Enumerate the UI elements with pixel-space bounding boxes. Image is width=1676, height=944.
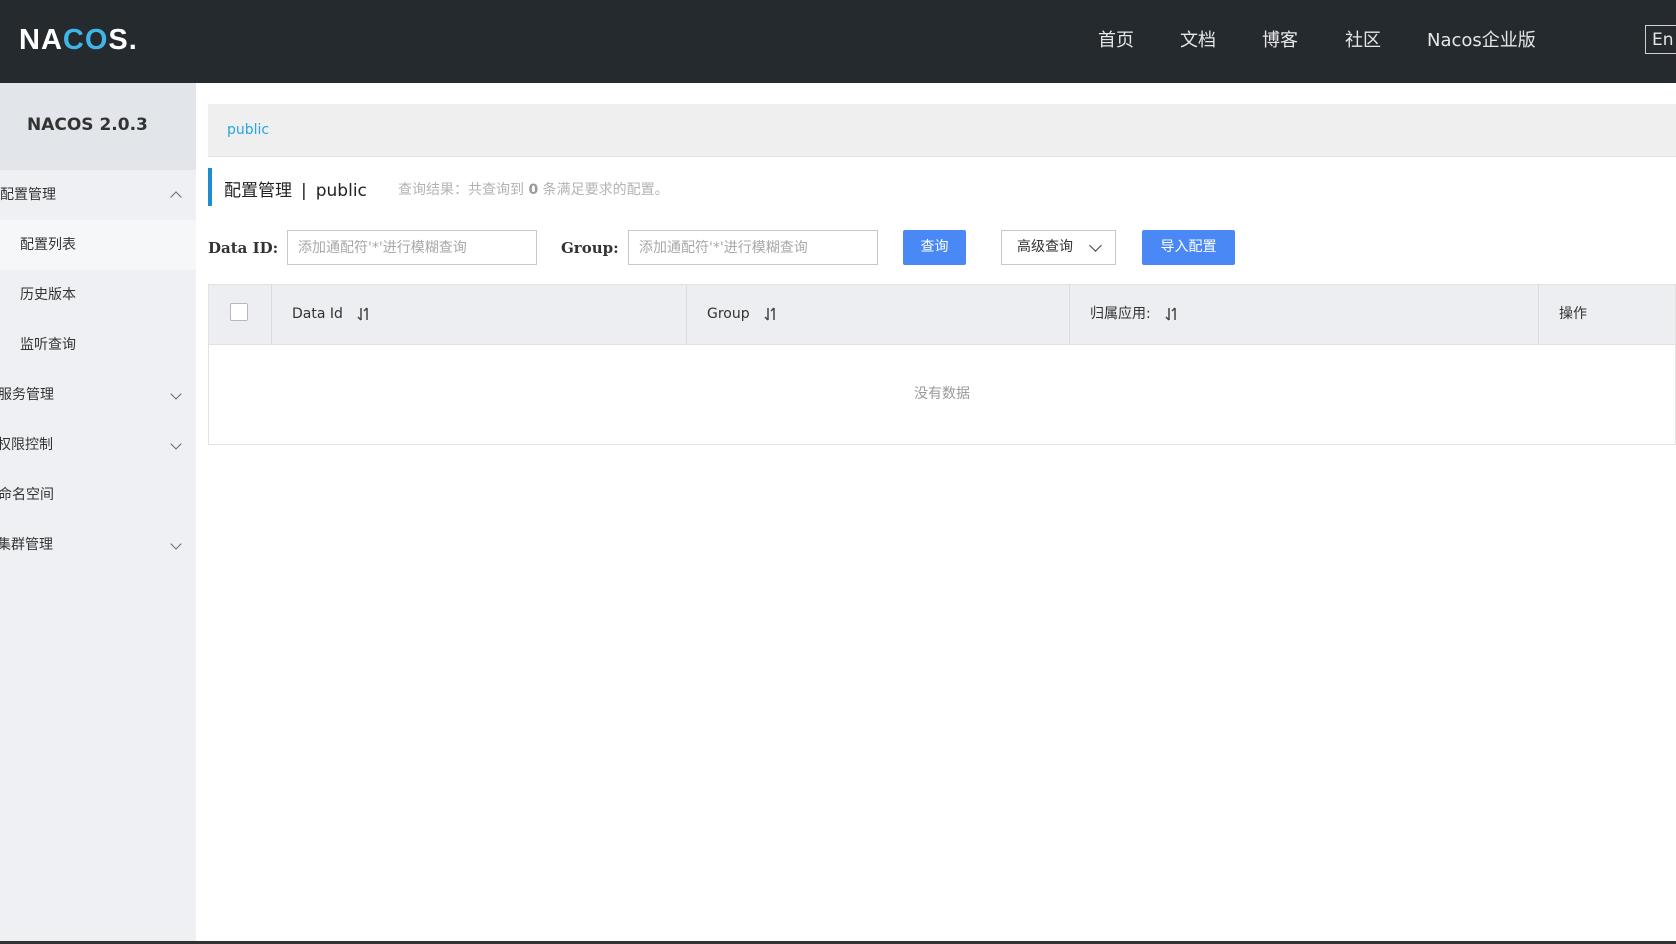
chevron-down-icon bbox=[1089, 239, 1102, 252]
advanced-query-button[interactable]: 高级查询 bbox=[1001, 230, 1116, 265]
table-empty-text: 没有数据 bbox=[914, 386, 970, 402]
sidebar-item-label: 服务管理 bbox=[0, 387, 54, 403]
column-header-actions: 操作 bbox=[1559, 306, 1587, 322]
page-title-namespace: public bbox=[315, 181, 367, 201]
column-header-group[interactable]: Group bbox=[707, 285, 778, 344]
sidebar-item-history-version[interactable]: 历史版本 bbox=[0, 270, 196, 320]
sidebar-item-listener-query[interactable]: 监听查询 bbox=[0, 320, 196, 370]
column-header-data-id[interactable]: Data Id bbox=[292, 285, 371, 344]
config-table: Data Id Group 归属应用: 操作 没有数据 bbox=[208, 284, 1676, 445]
nav-home-link[interactable]: 首页 bbox=[1098, 28, 1134, 54]
sidebar-item-label: 配置管理 bbox=[0, 187, 56, 203]
select-all-checkbox[interactable] bbox=[230, 303, 248, 321]
table-header: Data Id Group 归属应用: 操作 bbox=[209, 285, 1675, 345]
result-count: 0 bbox=[528, 182, 539, 198]
sort-icon[interactable] bbox=[1165, 306, 1179, 322]
nav-docs-link[interactable]: 文档 bbox=[1180, 28, 1216, 54]
page-title: 配置管理 | public bbox=[224, 176, 367, 201]
nacos-logo[interactable]: NACOS. bbox=[19, 20, 138, 60]
namespace-bar: public bbox=[208, 104, 1676, 157]
language-switch-button[interactable]: En bbox=[1645, 25, 1676, 54]
sidebar-item-label: 配置列表 bbox=[20, 237, 76, 253]
sidebar-item-namespace[interactable]: 命名空间 bbox=[0, 470, 196, 520]
sidebar-version-title: NACOS 2.0.3 bbox=[27, 115, 148, 135]
group-label: Group: bbox=[561, 239, 619, 257]
sidebar-item-label: 命名空间 bbox=[0, 487, 54, 503]
advanced-query-label: 高级查询 bbox=[1017, 239, 1073, 255]
sidebar-item-label: 监听查询 bbox=[20, 337, 76, 353]
sidebar-item-service-management[interactable]: 服务管理 bbox=[0, 370, 196, 420]
sidebar-item-config-management[interactable]: 配置管理 bbox=[0, 170, 196, 220]
sort-icon[interactable] bbox=[357, 306, 371, 322]
sidebar: NACOS 2.0.3 配置管理 配置列表 历史版本 监听查询 服务管理 权限控… bbox=[0, 83, 196, 944]
column-header-app[interactable]: 归属应用: bbox=[1090, 285, 1179, 344]
nav-enterprise-link[interactable]: Nacos企业版 bbox=[1427, 28, 1536, 54]
sidebar-item-cluster-management[interactable]: 集群管理 bbox=[0, 520, 196, 570]
chevron-up-icon bbox=[170, 191, 182, 203]
nav-blog-link[interactable]: 博客 bbox=[1262, 28, 1298, 54]
chevron-down-icon bbox=[170, 388, 182, 400]
top-navbar: NACOS. 首页 文档 博客 社区 Nacos企业版 En bbox=[0, 0, 1676, 83]
sidebar-item-label: 权限控制 bbox=[0, 437, 53, 453]
sidebar-item-label: 历史版本 bbox=[20, 287, 76, 303]
sidebar-header: NACOS 2.0.3 bbox=[0, 83, 196, 170]
data-id-input[interactable] bbox=[287, 230, 537, 265]
page-title-text: 配置管理 bbox=[224, 181, 292, 201]
group-input[interactable] bbox=[628, 230, 878, 265]
sort-icon[interactable] bbox=[764, 306, 778, 322]
chevron-down-icon bbox=[170, 538, 182, 550]
title-separator: | bbox=[301, 181, 307, 201]
chevron-down-icon bbox=[170, 438, 182, 450]
sidebar-item-config-list[interactable]: 配置列表 bbox=[0, 220, 196, 270]
title-accent-bar bbox=[208, 168, 212, 206]
import-config-button[interactable]: 导入配置 bbox=[1142, 230, 1235, 265]
data-id-label: Data ID: bbox=[208, 239, 279, 257]
query-result-info: 查询结果：共查询到 0 条满足要求的配置。 bbox=[398, 182, 669, 198]
query-button[interactable]: 查询 bbox=[903, 230, 966, 265]
sidebar-item-access-control[interactable]: 权限控制 bbox=[0, 420, 196, 470]
namespace-link-public[interactable]: public bbox=[227, 122, 269, 138]
nav-community-link[interactable]: 社区 bbox=[1345, 28, 1381, 54]
sidebar-item-label: 集群管理 bbox=[0, 537, 53, 553]
